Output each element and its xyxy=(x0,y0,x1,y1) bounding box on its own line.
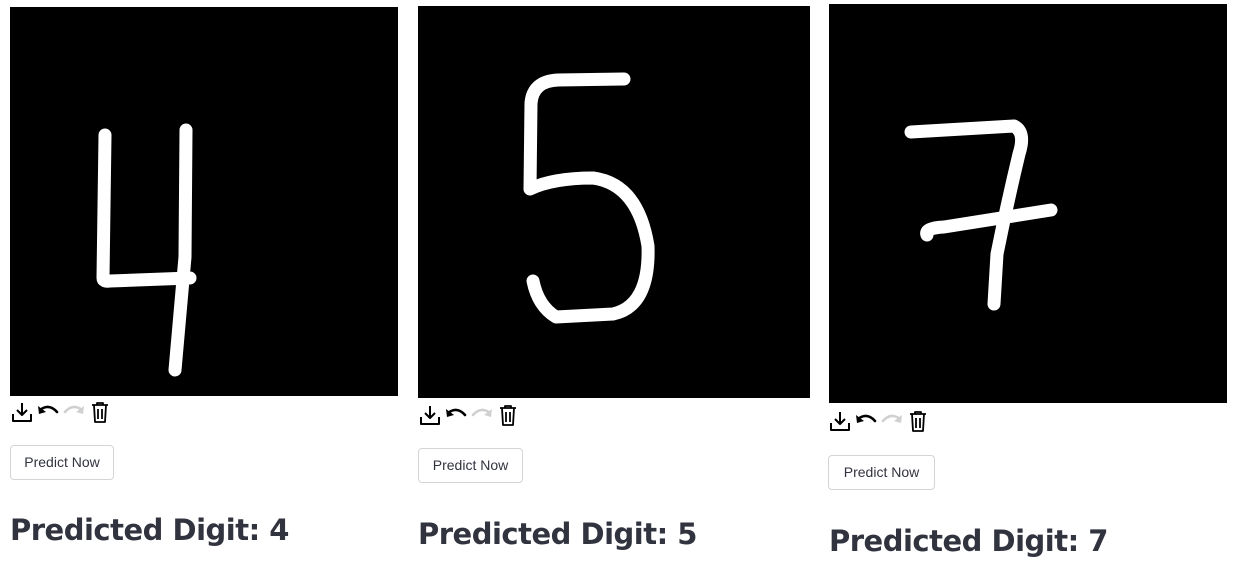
download-icon[interactable] xyxy=(417,402,443,428)
canvas-toolbar-2 xyxy=(417,402,521,428)
predicted-digit-text: Predicted Digit: 7 xyxy=(829,524,1108,558)
download-icon[interactable] xyxy=(827,408,853,434)
redo-icon[interactable] xyxy=(469,402,495,428)
download-icon[interactable] xyxy=(9,399,35,425)
predict-now-button[interactable]: Predict Now xyxy=(10,445,114,480)
trash-icon[interactable] xyxy=(87,399,113,425)
drawing-canvas-2[interactable] xyxy=(418,6,810,398)
predicted-digit-text: Predicted Digit: 5 xyxy=(418,517,697,551)
undo-icon[interactable] xyxy=(443,402,469,428)
predict-now-button[interactable]: Predict Now xyxy=(828,455,935,490)
undo-icon[interactable] xyxy=(853,408,879,434)
redo-icon[interactable] xyxy=(61,399,87,425)
digit-stroke-1 xyxy=(96,123,197,377)
redo-icon[interactable] xyxy=(879,408,905,434)
canvas-toolbar-1 xyxy=(9,399,113,425)
trash-icon[interactable] xyxy=(495,402,521,428)
drawing-canvas-1[interactable] xyxy=(10,7,398,396)
digit-stroke-2 xyxy=(523,72,655,324)
digit-stroke-3 xyxy=(904,119,1058,311)
trash-icon[interactable] xyxy=(905,408,931,434)
drawing-canvas-3[interactable] xyxy=(829,4,1227,403)
predict-now-button[interactable]: Predict Now xyxy=(418,448,523,483)
undo-icon[interactable] xyxy=(35,399,61,425)
predicted-digit-text: Predicted Digit: 4 xyxy=(10,513,289,547)
canvas-toolbar-3 xyxy=(827,408,931,434)
